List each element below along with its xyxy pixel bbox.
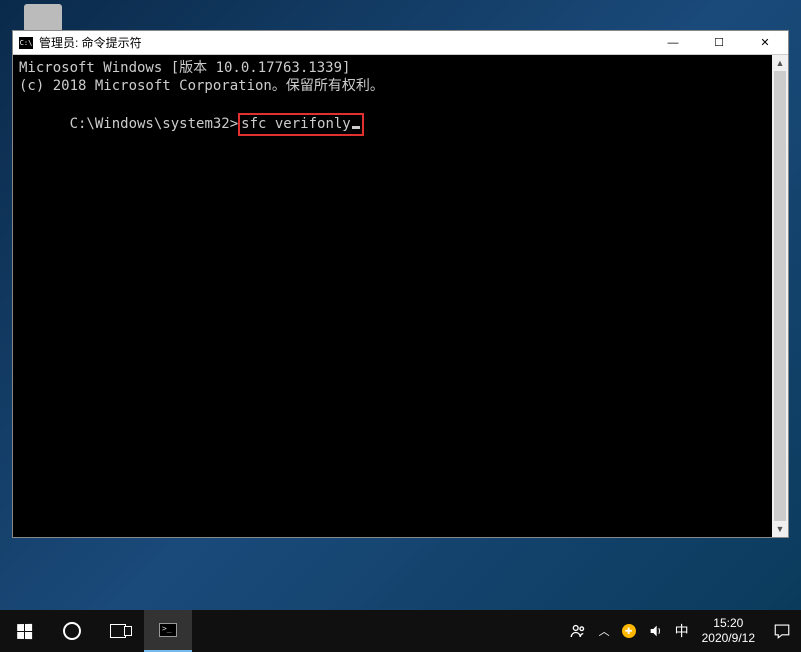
cortana-icon bbox=[63, 622, 81, 640]
taskbar-left bbox=[0, 610, 192, 652]
prompt-path: C:\Windows\system32> bbox=[70, 116, 239, 132]
vertical-scrollbar[interactable]: ▲ ▼ bbox=[772, 55, 788, 537]
cortana-button[interactable] bbox=[48, 610, 96, 652]
task-view-button[interactable] bbox=[96, 610, 144, 652]
tray-overflow-button[interactable]: ︿ bbox=[593, 610, 616, 652]
window-controls: — ☐ ✕ bbox=[650, 31, 788, 54]
titlebar[interactable]: C:\ 管理员: 命令提示符 — ☐ ✕ bbox=[13, 31, 788, 55]
clock-date: 2020/9/12 bbox=[702, 631, 755, 646]
cmd-window: C:\ 管理员: 命令提示符 — ☐ ✕ Microsoft Windows [… bbox=[12, 30, 789, 538]
system-tray: ︿ ✚ 中 15:20 2020/9/12 bbox=[563, 610, 801, 652]
ime-button[interactable]: 中 bbox=[670, 610, 694, 652]
task-view-icon bbox=[110, 624, 130, 638]
console-prompt-line: C:\Windows\system32>sfc verifonly bbox=[19, 95, 782, 154]
windows-logo-icon bbox=[17, 623, 32, 638]
scroll-down-button[interactable]: ▼ bbox=[772, 521, 788, 537]
people-button[interactable] bbox=[563, 610, 593, 652]
recycle-bin-icon[interactable] bbox=[24, 4, 62, 32]
cmd-icon: C:\ bbox=[19, 37, 33, 49]
taskbar: ︿ ✚ 中 15:20 2020/9/12 bbox=[0, 610, 801, 652]
scroll-thumb[interactable] bbox=[774, 71, 786, 521]
text-cursor bbox=[352, 126, 360, 129]
command-highlight: sfc verifonly bbox=[238, 113, 364, 136]
volume-button[interactable] bbox=[642, 610, 670, 652]
start-button[interactable] bbox=[0, 610, 48, 652]
close-button[interactable]: ✕ bbox=[742, 31, 788, 54]
action-center-button[interactable] bbox=[763, 610, 801, 652]
console-line: Microsoft Windows [版本 10.0.17763.1339] bbox=[19, 59, 782, 77]
clock-button[interactable]: 15:20 2020/9/12 bbox=[694, 616, 763, 646]
console-output[interactable]: Microsoft Windows [版本 10.0.17763.1339] (… bbox=[13, 55, 788, 537]
taskbar-app-cmd[interactable] bbox=[144, 610, 192, 652]
shield-icon: ✚ bbox=[622, 624, 636, 638]
minimize-button[interactable]: — bbox=[650, 31, 696, 54]
scroll-track[interactable] bbox=[772, 71, 788, 521]
cmd-taskbar-icon bbox=[159, 623, 177, 637]
window-title: 管理员: 命令提示符 bbox=[39, 34, 650, 51]
typed-command[interactable]: sfc verifonly bbox=[241, 116, 351, 132]
scroll-up-button[interactable]: ▲ bbox=[772, 55, 788, 71]
maximize-button[interactable]: ☐ bbox=[696, 31, 742, 54]
console-line: (c) 2018 Microsoft Corporation。保留所有权利。 bbox=[19, 77, 782, 95]
clock-time: 15:20 bbox=[702, 616, 755, 631]
security-tray-icon[interactable]: ✚ bbox=[616, 610, 642, 652]
